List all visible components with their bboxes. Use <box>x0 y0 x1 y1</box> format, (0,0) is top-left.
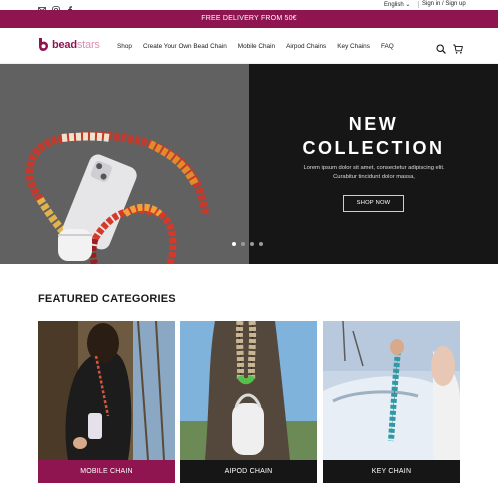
nav-faq[interactable]: FAQ <box>381 43 394 50</box>
shop-now-button[interactable]: SHOP NOW <box>343 195 404 212</box>
header-actions <box>436 41 463 54</box>
account-link[interactable]: Sign in / Sign up <box>422 1 466 7</box>
logo-text-stars: stars <box>76 38 100 51</box>
category-card-key-chain[interactable]: KEY CHAIN <box>323 321 460 483</box>
hero-title-line2: COLLECTION <box>302 138 445 158</box>
hero-title: NEW COLLECTION <box>249 112 498 160</box>
utility-bar: English ⌄ Sign in / Sign up <box>0 0 498 14</box>
site-logo[interactable]: beadstars <box>38 38 100 51</box>
site-header: beadstars Shop Create Your Own Bead Chai… <box>0 28 498 64</box>
category-label-mobile-chain: MOBILE CHAIN <box>38 460 175 483</box>
facebook-icon[interactable] <box>66 1 74 14</box>
category-label-airpod-chain: AIPOD CHAIN <box>180 460 317 483</box>
instagram-icon[interactable] <box>52 1 60 14</box>
featured-categories-title: FEATURED CATEGORIES <box>38 293 176 305</box>
carousel-dots <box>232 242 263 246</box>
cart-icon[interactable] <box>453 41 463 54</box>
category-card-airpod-chain[interactable]: AIPOD CHAIN <box>180 321 317 483</box>
hero-title-line1: NEW <box>348 114 399 134</box>
carousel-dot-3[interactable] <box>250 242 254 246</box>
logo-text-bead: bead <box>52 38 77 51</box>
carousel-dot-4[interactable] <box>259 242 263 246</box>
hero-image <box>0 64 249 264</box>
category-image-mobile-chain <box>38 321 175 460</box>
category-label-key-chain: KEY CHAIN <box>323 460 460 483</box>
search-icon[interactable] <box>436 41 446 54</box>
logo-mark-icon <box>39 38 48 51</box>
nav-mobile-chain[interactable]: Mobile Chain <box>238 43 275 50</box>
category-image-airpod-chain <box>180 321 317 460</box>
main-nav: Shop Create Your Own Bead Chain Mobile C… <box>117 43 394 50</box>
language-selector[interactable]: English ⌄ <box>384 1 410 8</box>
social-links <box>38 1 74 14</box>
category-card-mobile-chain[interactable]: MOBILE CHAIN <box>38 321 175 483</box>
promo-banner: FREE DELIVERY FROM 50€ <box>0 10 498 28</box>
nav-key-chains[interactable]: Key Chains <box>337 43 370 50</box>
topbar-divider <box>418 1 419 8</box>
carousel-dot-1[interactable] <box>232 242 236 246</box>
nav-airpod-chains[interactable]: Airpod Chains <box>286 43 326 50</box>
nav-shop[interactable]: Shop <box>117 43 132 50</box>
carousel-dot-2[interactable] <box>241 242 245 246</box>
mail-icon[interactable] <box>38 1 46 13</box>
category-image-key-chain <box>323 321 460 460</box>
nav-create-chain[interactable]: Create Your Own Bead Chain <box>143 43 227 50</box>
hero-banner: NEW COLLECTION Lorem ipsum dolor sit ame… <box>0 64 498 264</box>
hero-subtitle: Lorem ipsum dolor sit amet, consectetur … <box>303 165 445 180</box>
